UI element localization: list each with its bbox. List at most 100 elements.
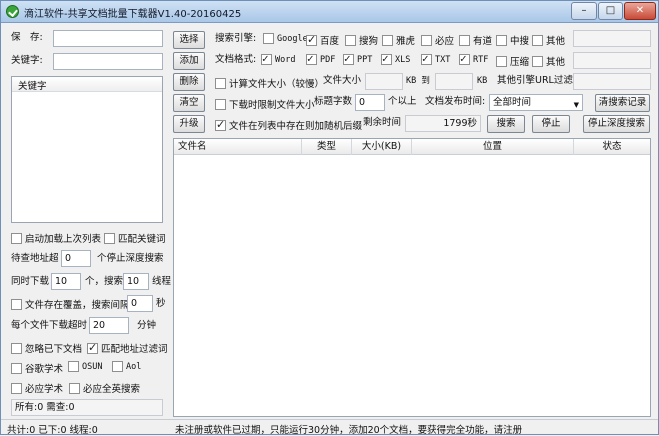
checkbox-box <box>215 118 226 131</box>
aol-checkbox[interactable]: Aol <box>112 361 141 372</box>
column-size[interactable]: 大小(KB) <box>352 139 412 155</box>
timeout-input[interactable]: 20 <box>89 317 129 334</box>
save-path-input[interactable] <box>53 30 163 47</box>
search-threads-input[interactable]: 10 <box>123 273 149 290</box>
engine-youdao-checkbox[interactable]: 有道 <box>459 33 492 47</box>
format-pdf-checkbox[interactable]: PDF <box>306 52 335 65</box>
concurrent-mid-label: 个，搜索 <box>85 276 124 287</box>
checkbox-box <box>112 361 123 372</box>
search-interval-input[interactable]: 0 <box>127 295 153 312</box>
threads-label: 线程 <box>152 276 172 287</box>
random-suffix-checkbox[interactable]: 文件在列表中存在则加随机后缀 <box>215 118 362 132</box>
file-list-table[interactable]: 文件名 类型 大小(KB) 位置 状态 <box>173 138 651 417</box>
stop-button[interactable]: 停止 <box>532 115 570 133</box>
engine-baidu-checkbox[interactable]: 百度 <box>306 33 339 47</box>
engine-zhongsou-checkbox[interactable]: 中搜 <box>496 33 529 47</box>
format-xls-checkbox[interactable]: XLS <box>381 52 410 65</box>
checkbox-box <box>345 34 356 46</box>
title-chars-input[interactable]: 0 <box>355 94 385 111</box>
checkbox-box <box>11 298 22 310</box>
checkbox-box <box>261 52 272 65</box>
format-archive-checkbox[interactable]: 压缩 <box>496 54 529 68</box>
seconds-label: 秒 <box>156 298 166 309</box>
dropdown-arrow-icon: ▼ <box>573 101 579 109</box>
osun-checkbox[interactable]: OSUN <box>68 361 102 372</box>
status-bar-divider <box>1 419 658 420</box>
checkbox-box <box>306 33 317 46</box>
save-label: 保 存: <box>11 32 43 43</box>
status-totals-box: 所有:0 需查:0 <box>11 399 163 416</box>
window-title: 滴江软件-共享文档批量下载器V1.40-20160425 <box>24 9 242 20</box>
queue-threshold-input[interactable]: 0 <box>61 250 91 267</box>
checkbox-box <box>496 55 507 67</box>
column-location[interactable]: 位置 <box>412 139 574 155</box>
engine-other-checkbox[interactable]: 其他 <box>532 33 565 47</box>
keyword-input[interactable] <box>53 53 163 70</box>
match-keyword-checkbox[interactable]: 匹配关键词 <box>104 231 166 245</box>
queue-suffix: 个停止深度搜索 <box>97 253 164 264</box>
clear-search-history-button[interactable]: 清搜索记录 <box>595 94 650 112</box>
format-txt-checkbox[interactable]: TXT <box>421 52 450 65</box>
min-size-input[interactable] <box>365 73 403 90</box>
checkbox-box <box>215 77 226 89</box>
engine-sogou-checkbox[interactable]: 搜狗 <box>345 33 378 47</box>
bing-scholar-checkbox[interactable]: 必应学术 <box>11 381 63 395</box>
format-label: 文档格式: <box>215 54 257 65</box>
google-scholar-checkbox[interactable]: 谷歌学术 <box>11 361 63 375</box>
format-other-checkbox[interactable]: 其他 <box>532 54 565 68</box>
engine-bing-checkbox[interactable]: 必应 <box>421 33 454 47</box>
other-engine-input[interactable] <box>573 30 651 47</box>
minimize-button[interactable]: – <box>571 2 597 20</box>
checkbox-box <box>69 382 80 394</box>
search-button[interactable]: 搜索 <box>487 115 525 133</box>
close-button[interactable]: ✕ <box>624 2 656 20</box>
title-chars-suffix: 个以上 <box>388 96 417 107</box>
timeout-label: 每个文件下载超时 <box>11 320 88 331</box>
format-ppt-checkbox[interactable]: PPT <box>343 52 372 65</box>
add-button[interactable]: 添加 <box>173 52 205 70</box>
format-word-checkbox[interactable]: Word <box>261 52 295 65</box>
url-filter-input[interactable] <box>573 73 651 90</box>
publish-time-select[interactable]: 全部时间 ▼ <box>489 94 583 111</box>
limit-size-checkbox[interactable]: 下载时限制文件大小 <box>215 97 315 111</box>
other-format-input[interactable] <box>573 52 651 69</box>
engine-google-checkbox[interactable]: Google <box>263 33 308 44</box>
keyword-list[interactable]: 关键字 <box>11 76 163 223</box>
concurrent-downloads-input[interactable]: 10 <box>51 273 81 290</box>
column-type[interactable]: 类型 <box>302 139 352 155</box>
max-size-input[interactable] <box>435 73 473 90</box>
checkbox-box <box>421 34 432 46</box>
ignore-downloaded-checkbox[interactable]: 忽略已下文档 <box>11 341 82 355</box>
app-check-icon <box>6 5 19 18</box>
engine-yahoo-checkbox[interactable]: 雅虎 <box>382 33 415 47</box>
delete-button[interactable]: 删除 <box>173 73 205 91</box>
bing-english-checkbox[interactable]: 必应全英搜索 <box>69 381 140 395</box>
match-url-filter-checkbox[interactable]: 匹配地址过滤词 <box>87 341 168 355</box>
minutes-label: 分钟 <box>137 320 157 331</box>
title-chars-label: 标题字数 <box>314 96 353 107</box>
overwrite-checkbox[interactable]: 文件存在覆盖，搜索间隔 <box>11 297 130 311</box>
format-rtf-checkbox[interactable]: RTF <box>459 52 488 65</box>
choose-button[interactable]: 选择 <box>173 31 205 49</box>
auto-load-checkbox[interactable]: 启动加载上次列表 <box>11 231 101 245</box>
publish-time-label: 文档发布时间: <box>425 96 486 107</box>
calc-size-checkbox[interactable]: 计算文件大小（较慢） <box>215 76 324 90</box>
checkbox-box <box>459 52 470 65</box>
checkbox-box <box>459 34 470 46</box>
column-filename[interactable]: 文件名 <box>174 139 302 155</box>
checkbox-box <box>381 52 392 65</box>
keyword-column-label: 关键字 <box>18 81 47 92</box>
concurrent-label: 同时下载 <box>11 276 50 287</box>
status-bar-counts: 共计:0 已下:0 线程:0 <box>7 425 98 436</box>
column-status[interactable]: 状态 <box>574 139 650 155</box>
upgrade-button[interactable]: 升级 <box>173 115 205 133</box>
clear-button[interactable]: 清空 <box>173 94 205 112</box>
status-bar-message: 未注册或软件已过期，只能运行30分钟，添加20个文档，要获得完全功能，请注册 <box>175 425 523 436</box>
stop-deep-search-button[interactable]: 停止深度搜索 <box>583 115 650 133</box>
queue-label: 待查地址超 <box>11 253 59 264</box>
maximize-button[interactable]: □ <box>598 2 623 20</box>
title-bar: 滴江软件-共享文档批量下载器V1.40-20160425 – □ ✕ <box>1 1 658 23</box>
checkbox-box <box>104 232 115 244</box>
file-list-header: 文件名 类型 大小(KB) 位置 状态 <box>174 139 650 155</box>
checkbox-box <box>382 34 393 46</box>
